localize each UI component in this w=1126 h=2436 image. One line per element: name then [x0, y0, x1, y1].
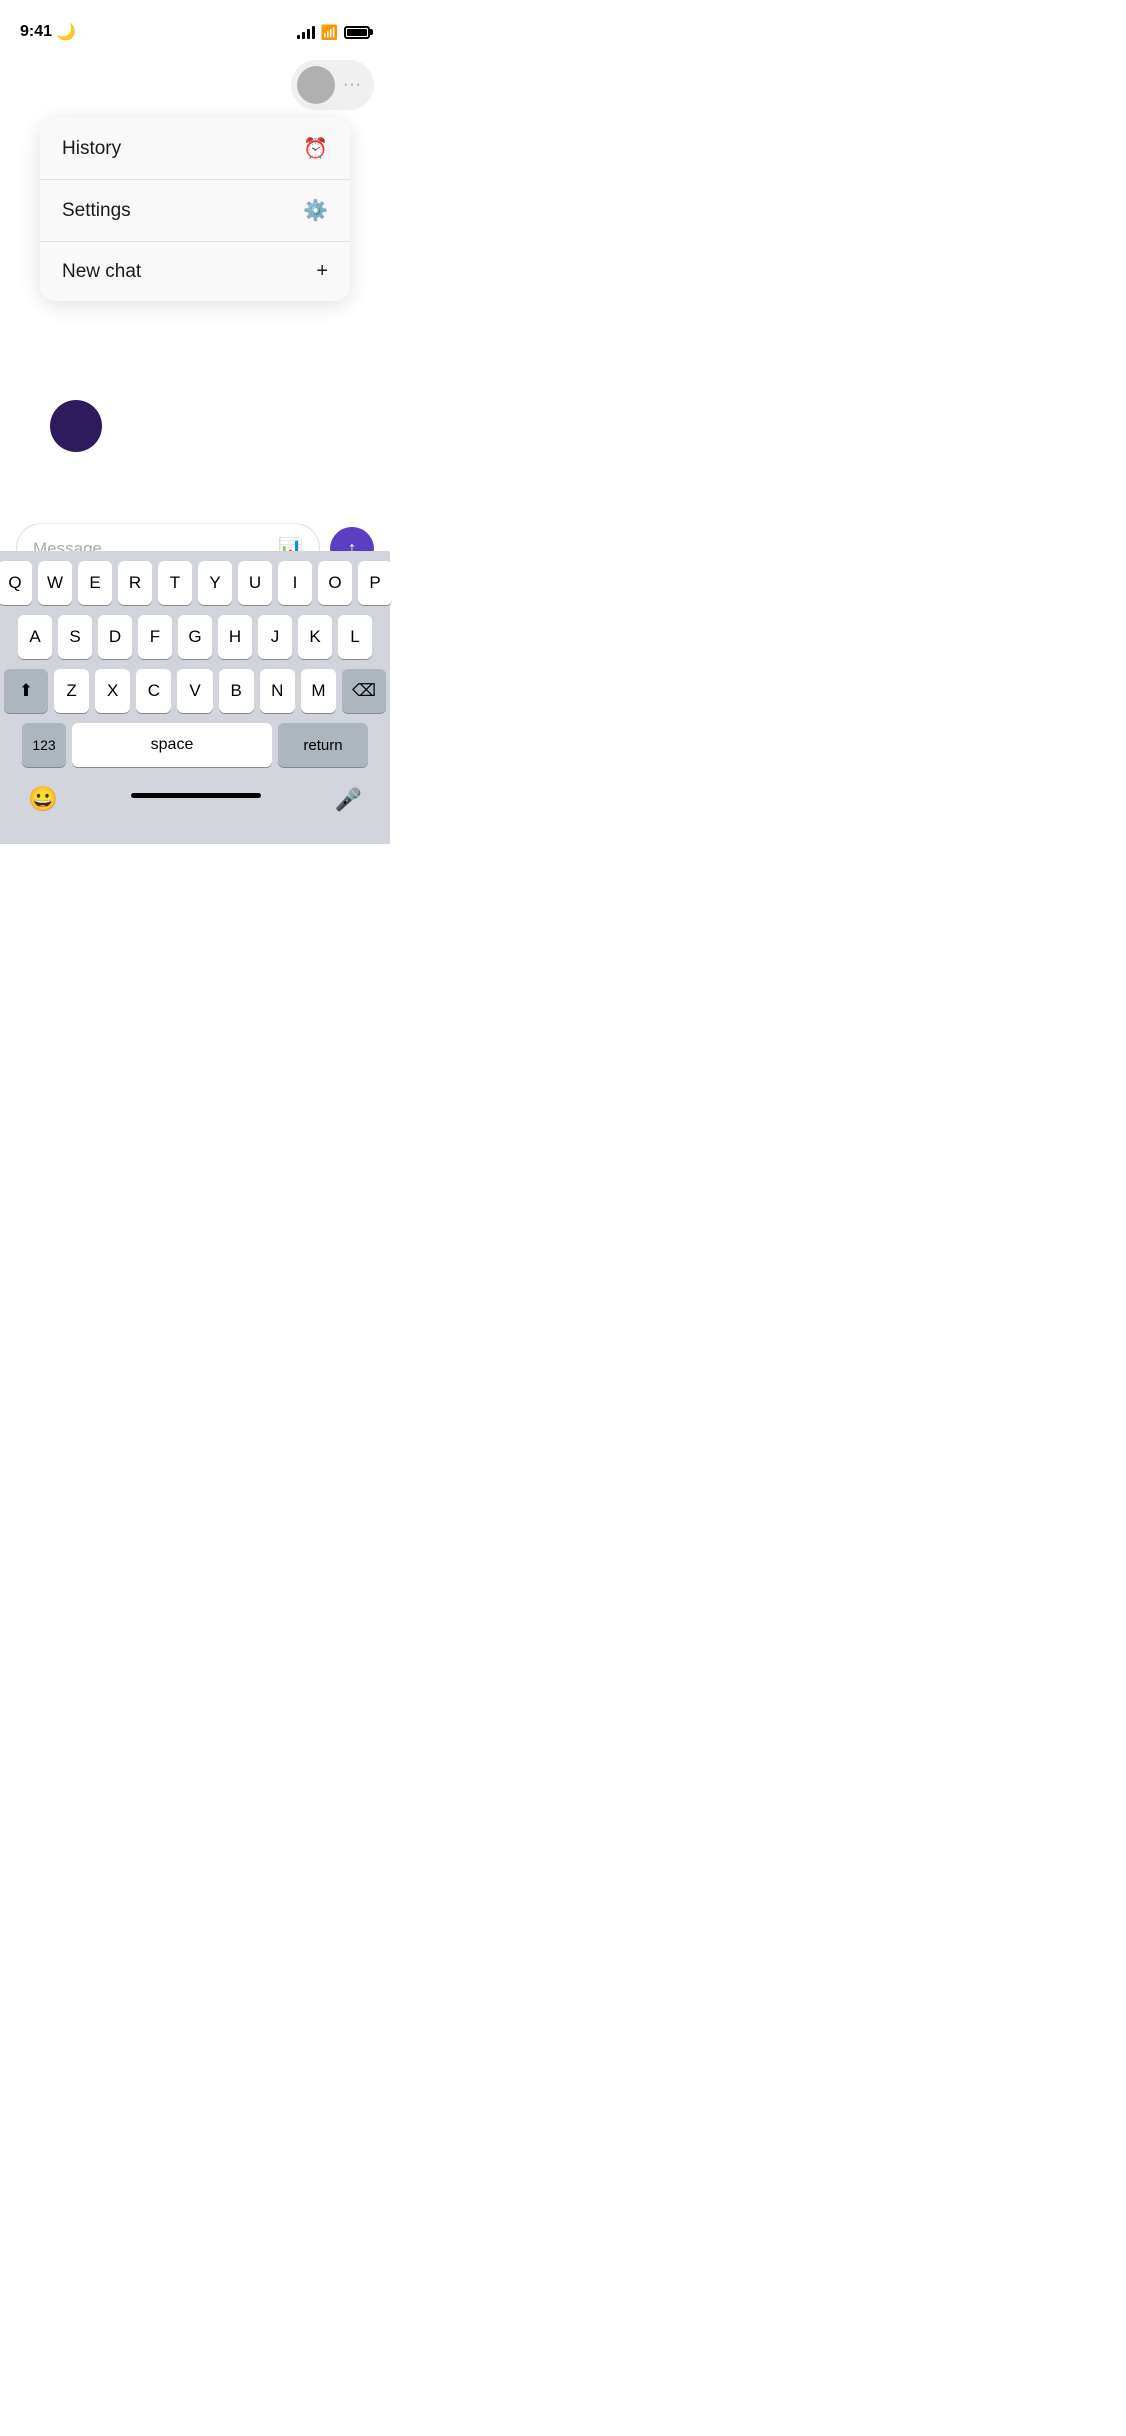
key-j[interactable]: J — [258, 615, 292, 659]
keyboard-row-2: A S D F G H J K L — [4, 615, 386, 659]
key-u[interactable]: U — [238, 561, 272, 605]
moon-icon: 🌙 — [56, 22, 76, 42]
time-display: 9:41 — [20, 23, 52, 41]
key-s[interactable]: S — [58, 615, 92, 659]
key-n[interactable]: N — [260, 669, 295, 713]
key-c[interactable]: C — [136, 669, 171, 713]
assistant-dot-button[interactable] — [50, 400, 102, 452]
dots-icon: ··· — [343, 76, 362, 94]
wifi-icon: 📶 — [321, 24, 338, 41]
keyboard: Q W E R T Y U I O P A S D F G H J K L ⬆ … — [0, 551, 390, 844]
menu-item-settings[interactable]: Settings ⚙️ — [40, 180, 350, 242]
history-label: History — [62, 138, 121, 160]
keyboard-bottom-bar: 😀 🎤 — [4, 777, 386, 844]
key-o[interactable]: O — [318, 561, 352, 605]
keyboard-row-3: ⬆ Z X C V B N M ⌫ — [4, 669, 386, 713]
menu-item-history[interactable]: History ⏰ — [40, 118, 350, 180]
key-i[interactable]: I — [278, 561, 312, 605]
key-x[interactable]: X — [95, 669, 130, 713]
key-l[interactable]: L — [338, 615, 372, 659]
backspace-key[interactable]: ⌫ — [342, 669, 386, 713]
keyboard-row-4: 123 space return — [4, 723, 386, 767]
microphone-button[interactable]: 🎤 — [335, 787, 362, 813]
dropdown-menu: History ⏰ Settings ⚙️ New chat + — [40, 118, 350, 301]
avatar — [297, 66, 335, 104]
main-content: ··· History ⏰ Settings ⚙️ New chat + — [0, 50, 390, 524]
key-m[interactable]: M — [301, 669, 336, 713]
key-h[interactable]: H — [218, 615, 252, 659]
key-y[interactable]: Y — [198, 561, 232, 605]
key-a[interactable]: A — [18, 615, 52, 659]
emoji-button[interactable]: 😀 — [28, 785, 58, 814]
menu-trigger-button[interactable]: ··· — [291, 60, 374, 110]
shift-key[interactable]: ⬆ — [4, 669, 48, 713]
key-t[interactable]: T — [158, 561, 192, 605]
key-e[interactable]: E — [78, 561, 112, 605]
status-icons: 📶 — [297, 24, 370, 41]
menu-item-new-chat[interactable]: New chat + — [40, 242, 350, 301]
history-icon: ⏰ — [303, 136, 328, 161]
battery-icon — [344, 26, 370, 39]
key-b[interactable]: B — [219, 669, 254, 713]
key-z[interactable]: Z — [54, 669, 89, 713]
key-r[interactable]: R — [118, 561, 152, 605]
settings-label: Settings — [62, 200, 131, 222]
new-chat-icon: + — [316, 260, 328, 283]
return-key[interactable]: return — [278, 723, 368, 767]
settings-icon: ⚙️ — [303, 198, 328, 223]
status-time: 9:41 🌙 — [20, 22, 76, 42]
key-p[interactable]: P — [358, 561, 392, 605]
keyboard-row-1: Q W E R T Y U I O P — [4, 561, 386, 605]
key-v[interactable]: V — [177, 669, 212, 713]
signal-icon — [297, 26, 315, 39]
numbers-key[interactable]: 123 — [22, 723, 66, 767]
key-w[interactable]: W — [38, 561, 72, 605]
key-d[interactable]: D — [98, 615, 132, 659]
key-f[interactable]: F — [138, 615, 172, 659]
new-chat-label: New chat — [62, 261, 141, 283]
status-bar: 9:41 🌙 📶 — [0, 0, 390, 50]
key-q[interactable]: Q — [0, 561, 32, 605]
space-key[interactable]: space — [72, 723, 272, 767]
key-g[interactable]: G — [178, 615, 212, 659]
key-k[interactable]: K — [298, 615, 332, 659]
home-indicator — [131, 793, 261, 798]
